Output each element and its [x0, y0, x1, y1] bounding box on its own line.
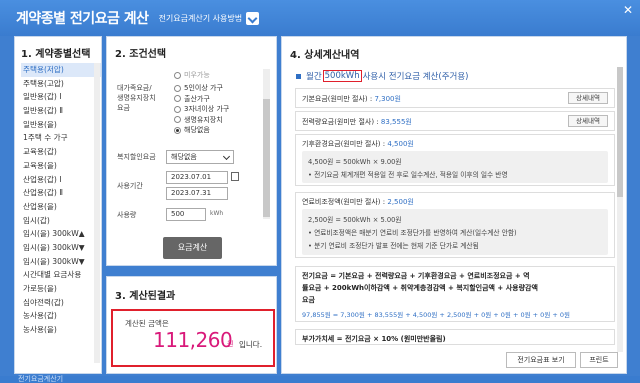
total-formula-box: 전기요금 = 기본요금 + 전력량요금 + 기후환경요금 + 연료비조정요금 +… [295, 266, 615, 322]
contract-type-item[interactable]: 1주택 수 가구 [21, 131, 101, 145]
chevron-down-icon[interactable] [246, 11, 260, 25]
usage-unit: kWh [210, 210, 224, 217]
total-values-line: 97,855원 = 7,300원 + 83,555원 + 4,500원 + 2,… [302, 311, 570, 319]
radio-label: 해당없음 [184, 126, 210, 135]
bottom-strip: 전기요금계산기 [0, 375, 640, 383]
family-fee-radio[interactable]: 5인이상 가구 [174, 83, 229, 94]
radio-dot-icon[interactable] [174, 105, 181, 113]
contract-type-item[interactable]: 교육용(을) [21, 159, 101, 173]
calculate-button[interactable]: 요금계산 [163, 237, 222, 259]
radio-dot-icon[interactable] [174, 84, 181, 92]
family-fee-label-2: 생명유지장치 [117, 94, 156, 102]
base-fee-row: 기본요금(원미만 절사) : 7,300원 상세내역 [295, 88, 615, 108]
radio-dot-icon[interactable] [174, 116, 181, 124]
radio-dot-icon[interactable] [174, 126, 181, 134]
welfare-select[interactable]: 해당없음 [166, 150, 234, 164]
contract-type-item[interactable]: 심야전력(갑) [21, 296, 101, 310]
detail-scrollbar[interactable] [617, 67, 623, 352]
total-formula-line-1: 전기요금 = 기본요금 + 전력량요금 + 기후환경요금 + 연료비조정요금 +… [302, 272, 530, 280]
climate-calc-line: 4,500원 = 500kWh × 9.00원 [308, 158, 402, 166]
date-from-input[interactable]: 2023.07.01 [166, 171, 228, 184]
family-fee-radio[interactable]: 3자녀이상 가구 [174, 104, 229, 115]
result-panel: 3. 계산된결과 계산된 금액은 111,260 원 입니다. [106, 276, 277, 374]
climate-note-line: • 전기요금 체계개편 적용일 전 후로 일수계산, 적용일 이후의 일수 반영 [308, 171, 508, 179]
total-formula-line-2: 률요금 + 200kWh이하감액 + 취약계층경감액 + 복지할인금액 + 사용… [302, 284, 538, 292]
total-formula-line-3: 요금 [302, 296, 315, 304]
period-label: 사용기간 [117, 182, 143, 190]
title-bar: 계약종별 전기요금 계산 전기요금계산기 사용방법 [0, 0, 640, 36]
contract-type-item[interactable]: 농사용(을) [21, 323, 101, 337]
usage-input[interactable]: 500 [166, 208, 206, 221]
condition-scrollbar[interactable] [263, 69, 270, 219]
result-amount: 111,260 [153, 328, 233, 352]
panel3-title: 3. 계산된결과 [115, 291, 176, 302]
welfare-label: 복지할인요금 [117, 153, 156, 161]
family-fee-radio[interactable]: 생명유지장치 [174, 115, 229, 126]
radio-label: 5인이상 가구 [184, 84, 223, 93]
calendar-icon[interactable] [231, 172, 239, 181]
family-fee-radio[interactable]: 출산가구 [174, 94, 229, 105]
panel1-title: 1. 계약종별선택 [21, 49, 91, 60]
contract-type-item[interactable]: 임시(을) 300kW▲ [21, 227, 101, 241]
energy-fee-row: 전력량요금(원미만 절사) : 83,555원 상세내역 [295, 111, 615, 131]
vat-formula-line: 부가가치세 = 전기요금 × 10% (원미만반올림) [302, 335, 446, 343]
panel4-title: 4. 상세계산내역 [290, 50, 360, 61]
date-to-input[interactable]: 2023.07.31 [166, 187, 228, 200]
result-currency: 원 [227, 340, 234, 348]
result-box: 계산된 금액은 111,260 원 입니다. [111, 309, 275, 367]
contract-type-item[interactable]: 시간대별 요금사용 [21, 268, 101, 282]
bottom-text: 전기요금계산기 [18, 375, 64, 383]
climate-fee-row: 기후환경요금(원미만 절사) : 4,500원 4,500원 = 500kWh … [295, 134, 615, 186]
radio-dot-icon[interactable] [174, 95, 181, 103]
contract-type-item[interactable]: 산업용(갑) Ⅱ [21, 186, 101, 200]
fuel-note-line-2: • 분기 연료비 조정단가 발표 전에는 현재 기준 단가로 계산됨 [308, 242, 479, 250]
window-title: 계약종별 전기요금 계산 [16, 11, 149, 27]
usage-label: 사용량 [117, 211, 137, 219]
contract-type-item[interactable]: 임시(갑) [21, 214, 101, 228]
contract-type-item[interactable]: 임시(을) 300kW▼ [21, 255, 101, 269]
base-fee-detail-button[interactable]: 상세내역 [568, 92, 608, 104]
print-button[interactable]: 프린트 [580, 352, 618, 368]
condition-panel: 2. 조건선택 미우가능 대가족요금/ 생명유지장치 요금 5인이상 가구 출산가… [106, 36, 277, 266]
contract-type-item[interactable]: 일반용(갑) Ⅱ [21, 104, 101, 118]
family-fee-radio[interactable]: 해당없음 [174, 125, 229, 136]
contract-type-list[interactable]: 주택용(저압) 주택용(고압) 일반용(갑) Ⅰ 일반용(갑) Ⅱ 일반용(을) 1주택 … [21, 63, 101, 368]
family-fee-radio-group: 5인이상 가구 출산가구 3자녀이상 가구 생명유지장치해당없음 [174, 83, 229, 136]
family-fee-label-1: 대가족요금/ [117, 84, 152, 92]
square-bullet-icon [296, 73, 301, 79]
contract-type-item[interactable]: 산업용(을) [21, 200, 101, 214]
contract-type-item[interactable]: 임시(을) 300kW▼ [21, 241, 101, 255]
fee-table-button[interactable]: 전기요금표 보기 [506, 352, 576, 368]
contract-type-item[interactable]: 교육용(갑) [21, 145, 101, 159]
contract-type-item[interactable]: 주택용(고압) [21, 77, 101, 91]
radio-cut-top: 미우가능 [174, 70, 210, 81]
close-icon[interactable]: ✕ [620, 2, 636, 18]
radio-label: 출산가구 [184, 94, 210, 103]
contract-type-item[interactable]: 가로등(을) [21, 282, 101, 296]
contract-type-panel: 1. 계약종별선택 주택용(저압) 주택용(고압) 일반용(갑) Ⅰ 일반용(갑) Ⅱ… [14, 36, 102, 374]
contract-type-item[interactable]: 일반용(을) [21, 118, 101, 132]
fuel-adjust-row: 연료비조정액(원미만 절사) : 2,500원 2,500원 = 500kWh … [295, 192, 615, 258]
energy-fee-detail-button[interactable]: 상세내역 [568, 115, 608, 127]
guide-link[interactable]: 전기요금계산기 사용방법 [159, 13, 243, 24]
summary-line: 월간 500kWh 사용시 전기요금 계산(주거용) [296, 70, 468, 82]
panel2-title: 2. 조건선택 [115, 49, 167, 60]
contract-type-item[interactable]: 일반용(갑) Ⅰ [21, 90, 101, 104]
vat-formula-box: 부가가치세 = 전기요금 × 10% (원미만반올림) [295, 329, 615, 345]
family-fee-label-3: 요금 [117, 104, 130, 112]
usage-highlight: 500kWh [322, 70, 362, 82]
contract-list-scrollbar[interactable] [94, 63, 100, 363]
contract-type-item[interactable]: 산업용(갑) Ⅰ [21, 173, 101, 187]
result-tail: 입니다. [239, 340, 263, 349]
detail-panel: 4. 상세계산내역 월간 500kWh 사용시 전기요금 계산(주거용) 기본요… [281, 36, 627, 374]
radio-label: 3자녀이상 가구 [184, 105, 230, 114]
radio-label: 생명유지장치 [184, 115, 223, 124]
contract-type-item[interactable]: 주택용(저압) [21, 63, 101, 77]
fuel-note-line-1: • 연료비조정액은 매분기 연료비 조정단가를 반영하여 계산(일수계산 안함) [308, 229, 517, 237]
contract-type-item[interactable]: 농사용(갑) [21, 309, 101, 323]
fuel-calc-line: 2,500원 = 500kWh × 5.00원 [308, 216, 402, 224]
